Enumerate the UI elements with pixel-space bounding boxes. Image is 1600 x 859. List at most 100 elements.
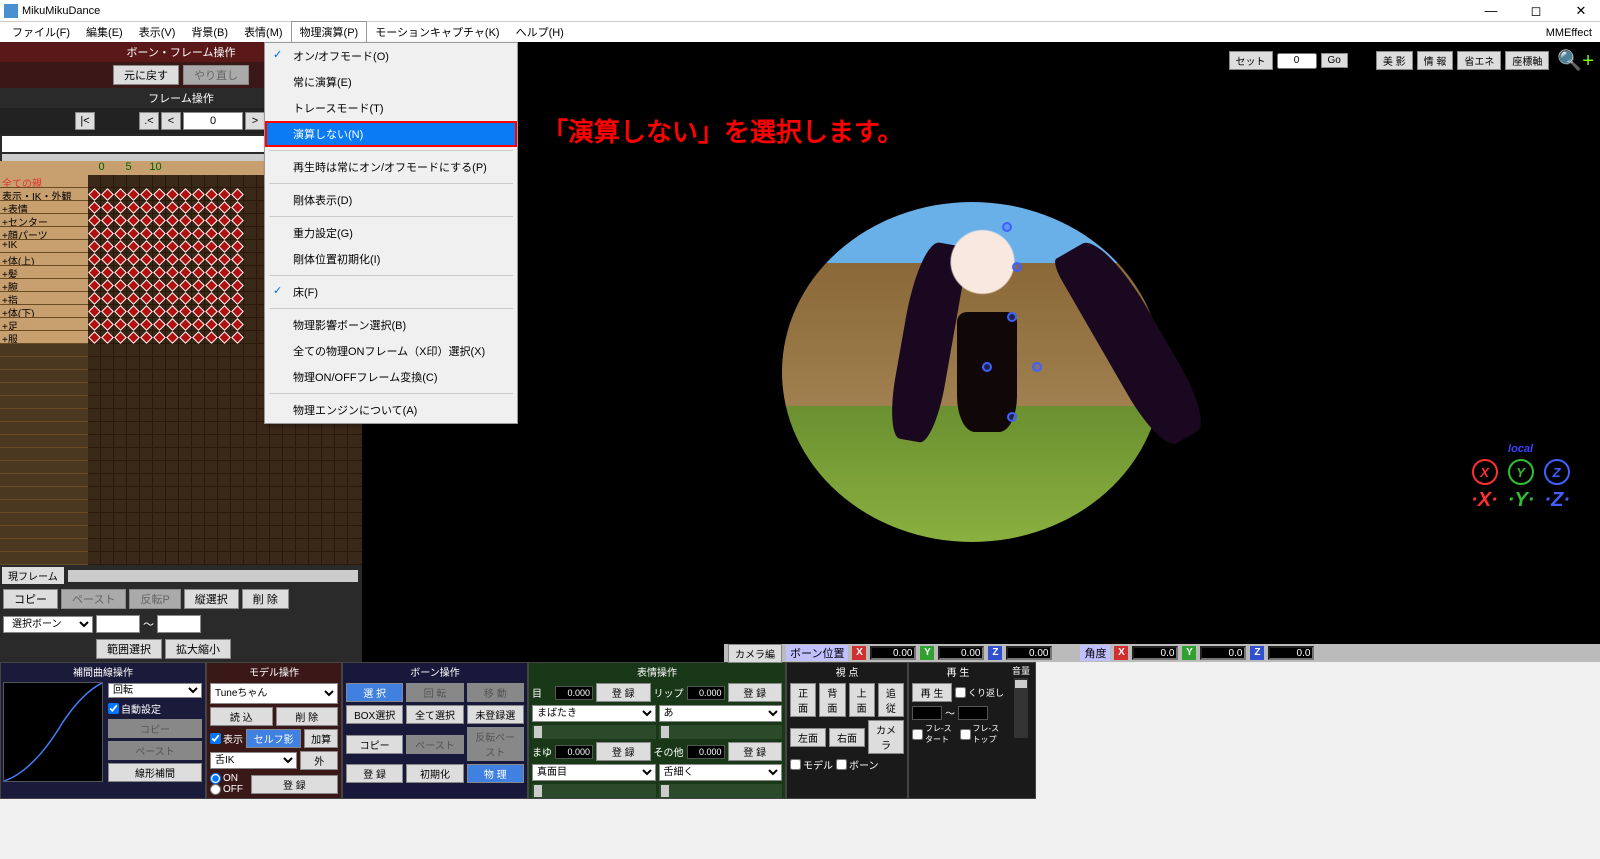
frame-next-button[interactable]: > [245, 112, 265, 130]
interp-target-select[interactable]: 回転 [108, 683, 202, 698]
menu-item-5[interactable]: 物理演算(P) [291, 21, 368, 43]
track-label[interactable]: 表示・IK・外観 [0, 188, 88, 201]
auto-checkbox[interactable] [108, 703, 119, 714]
menu-item-7[interactable]: ヘルプ(H) [508, 22, 572, 42]
tongue-select[interactable]: 舌細く [659, 764, 783, 781]
dropdown-item[interactable]: トレースモード(T) [265, 95, 517, 121]
all-select-button[interactable]: 全て選択 [406, 705, 463, 724]
menu-item-0[interactable]: ファイル(F) [4, 22, 78, 42]
back-button[interactable]: 背面 [819, 683, 845, 717]
bone-reg-button[interactable]: 登 録 [346, 764, 403, 783]
track-label[interactable]: 全ての親 [0, 175, 88, 188]
info-button[interactable]: 情 報 [1417, 51, 1454, 70]
front-button[interactable]: 正面 [790, 683, 816, 717]
model-chk[interactable] [790, 759, 801, 770]
beauty-shadow-button[interactable]: 美 影 [1376, 51, 1413, 70]
left-button[interactable]: 左面 [790, 728, 826, 747]
go-button[interactable]: Go [1321, 53, 1348, 68]
dropdown-item[interactable]: 剛体表示(D) [265, 187, 517, 213]
brow-reg-button[interactable]: 登 録 [596, 742, 651, 761]
maximize-button[interactable]: ◻ [1521, 3, 1551, 19]
minimize-button[interactable]: — [1476, 3, 1506, 19]
bone-copy-button[interactable]: コピー [346, 735, 403, 754]
repeat-chk[interactable] [955, 687, 966, 698]
dropdown-item[interactable]: 剛体位置初期化(I) [265, 246, 517, 272]
vsel-button[interactable]: 縦選択 [184, 589, 239, 609]
other-input[interactable] [687, 745, 725, 759]
track-label[interactable]: +体(上) [0, 253, 88, 266]
eye-input[interactable] [555, 686, 593, 700]
bone-move-button[interactable]: 移 動 [467, 683, 524, 702]
unreg-select-button[interactable]: 未登録選 [467, 705, 524, 724]
bone-select-button[interactable]: 選 択 [346, 683, 403, 702]
axis-widget[interactable]: local X Y Z ·X· ·Y· ·Z· [1471, 443, 1570, 512]
dropdown-item[interactable]: 重力設定(G) [265, 220, 517, 246]
init-button[interactable]: 初期化 [406, 764, 463, 783]
menu-item-4[interactable]: 表情(M) [236, 22, 291, 42]
pos-x-input[interactable] [870, 646, 916, 660]
menu-item-6[interactable]: モーションキャプチャ(K) [367, 22, 507, 42]
model-select[interactable]: Tuneちゃん [210, 683, 338, 704]
other-slider[interactable] [659, 784, 783, 798]
camera-edit-button[interactable]: カメラ編 [728, 644, 782, 663]
physics-button[interactable]: 物 理 [467, 764, 524, 783]
menu-item-3[interactable]: 背景(B) [183, 22, 236, 42]
dropdown-item[interactable]: ✓オン/オフモード(O) [265, 43, 517, 69]
top-button[interactable]: 上面 [849, 683, 875, 717]
interp-paste-button[interactable]: ペースト [108, 741, 202, 760]
eco-button[interactable]: 省エネ [1457, 51, 1501, 70]
load-model-button[interactable]: 読 込 [210, 707, 273, 726]
pos-y-input[interactable] [938, 646, 984, 660]
range-select-button[interactable]: 範囲選択 [96, 639, 162, 659]
track-label[interactable]: +足 [0, 318, 88, 331]
rot-x-input[interactable] [1132, 646, 1178, 660]
reverse-button[interactable]: 反転P [129, 589, 180, 609]
show-checkbox[interactable] [210, 733, 221, 744]
a-select[interactable]: あ [659, 705, 783, 722]
track-label[interactable]: +髪 [0, 266, 88, 279]
play-to-input[interactable] [958, 706, 988, 720]
bone-paste-button[interactable]: ペースト [406, 735, 463, 754]
play-from-input[interactable] [912, 706, 942, 720]
fstart-chk[interactable] [912, 729, 923, 740]
dropdown-item[interactable]: 演算しない(N) [265, 121, 517, 147]
interp-copy-button[interactable]: コピー [108, 719, 202, 738]
camera-button[interactable]: カメラ [868, 720, 904, 754]
undo-button[interactable]: 元に戻す [113, 65, 179, 85]
right-button[interactable]: 右面 [829, 728, 865, 747]
timeline-scroll[interactable] [68, 570, 358, 582]
on-radio[interactable] [210, 773, 221, 784]
dropdown-item[interactable]: 全ての物理ONフレーム（X印）選択(X) [265, 338, 517, 364]
serious-select[interactable]: 真面目 [532, 764, 656, 781]
box-select-button[interactable]: BOX選択 [346, 705, 403, 724]
track-label[interactable]: +腕 [0, 279, 88, 292]
follow-button[interactable]: 追従 [878, 683, 904, 717]
track-label[interactable]: +服 [0, 331, 88, 344]
frame-prev-key-button[interactable]: .< [139, 112, 159, 130]
brow-slider[interactable] [532, 784, 656, 798]
pos-z-input[interactable] [1006, 646, 1052, 660]
other-reg-button[interactable]: 登 録 [728, 742, 783, 761]
copy-button[interactable]: コピー [3, 589, 58, 609]
range-to-input[interactable] [157, 615, 201, 633]
track-label[interactable]: +センター [0, 214, 88, 227]
play-button[interactable]: 再 生 [912, 683, 952, 702]
set-button[interactable]: セット [1229, 51, 1273, 70]
fstop-chk[interactable] [960, 729, 971, 740]
zoom-icon[interactable]: 🔍+ [1557, 48, 1594, 73]
out-button[interactable]: 外 [300, 751, 338, 770]
selfshadow-button[interactable]: セルフ影 [246, 729, 301, 748]
select-bone-dropdown[interactable]: 選択ボーン [3, 616, 93, 633]
linear-button[interactable]: 線形補間 [108, 763, 202, 782]
dropdown-item[interactable]: 物理ON/OFFフレーム変換(C) [265, 364, 517, 390]
del-model-button[interactable]: 削 除 [276, 707, 339, 726]
track-label[interactable]: +顔パーツ [0, 227, 88, 240]
track-label[interactable]: +表情 [0, 201, 88, 214]
track-label[interactable]: +IK [0, 240, 88, 253]
mme-label[interactable]: MMEffect [1546, 27, 1592, 39]
lip-input[interactable] [687, 686, 725, 700]
rot-z-input[interactable] [1268, 646, 1314, 660]
add-button[interactable]: 加算 [304, 729, 338, 748]
close-button[interactable]: ✕ [1566, 3, 1596, 19]
dropdown-item[interactable]: ✓床(F) [265, 279, 517, 305]
